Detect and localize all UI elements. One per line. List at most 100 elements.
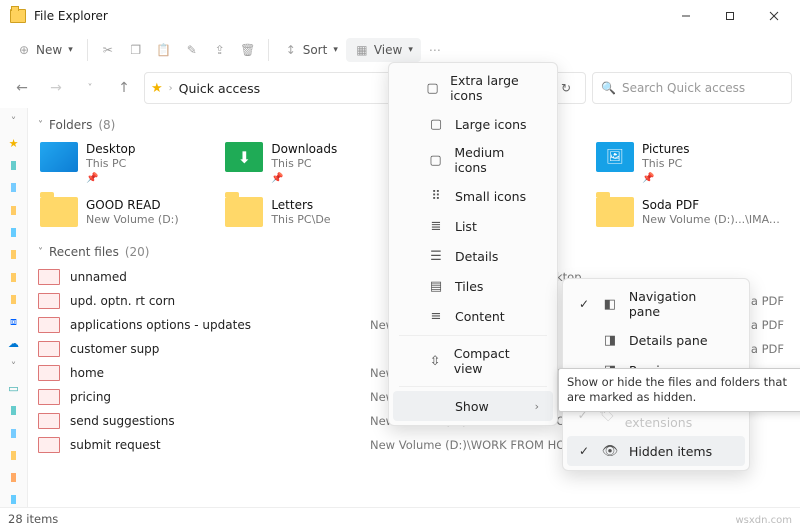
menu-item-tiles[interactable]: ▤Tiles <box>393 271 553 301</box>
image-thumbnail-icon <box>38 365 60 381</box>
back-button[interactable]: ← <box>8 74 36 102</box>
strip-item[interactable] <box>6 203 22 217</box>
menu-item-content[interactable]: ≡Content <box>393 301 553 331</box>
strip-item[interactable] <box>6 493 22 507</box>
menu-item-large-icons[interactable]: ▢Large icons <box>393 109 553 139</box>
sort-icon: ↕ <box>283 42 299 58</box>
new-button[interactable]: ⊕ New ▾ <box>8 38 81 62</box>
menu-item-medium-icons[interactable]: ▢Medium icons <box>393 139 553 181</box>
group-count: (20) <box>125 245 150 259</box>
compact-icon: ⇳ <box>426 352 443 370</box>
more-button[interactable]: ⋯ <box>421 38 449 62</box>
strip-item[interactable] <box>6 448 22 462</box>
close-button[interactable] <box>752 0 796 32</box>
paste-button[interactable]: 📋 <box>150 38 178 62</box>
search-box[interactable]: 🔍 Search Quick access <box>592 72 792 104</box>
folder-item-desktop[interactable]: Desktop This PC 📌 <box>36 138 211 189</box>
share-button[interactable]: ⇪ <box>206 38 234 62</box>
grid-icon: ▢ <box>427 115 445 133</box>
chevron-down-icon[interactable]: ˅ <box>6 359 22 373</box>
content-icon: ≡ <box>427 307 445 325</box>
chevron-down-icon: ˅ <box>38 120 43 131</box>
dropbox-icon[interactable]: ⧈ <box>6 315 22 329</box>
forward-button[interactable]: → <box>42 74 70 102</box>
nav-pane-icon: ◧ <box>601 295 619 313</box>
folder-item-soda-pdf[interactable]: Soda PDF New Volume (D:)...\IMAGES <box>592 193 786 231</box>
folder-name: Downloads <box>271 142 337 157</box>
delete-button[interactable]: 🗑 <box>234 38 262 62</box>
folder-item-letters[interactable]: Letters This PC\De <box>221 193 396 231</box>
menu-item-details[interactable]: ☰Details <box>393 241 553 271</box>
strip-item[interactable] <box>6 471 22 485</box>
new-label: New <box>36 43 62 57</box>
watermark: wsxdn.com <box>735 515 792 526</box>
chevron-right-icon: › <box>535 400 539 413</box>
strip-item[interactable] <box>6 181 22 195</box>
file-name: applications options - updates <box>70 318 360 332</box>
menu-item-show[interactable]: Show› <box>393 391 553 421</box>
menu-item-extra-large-icons[interactable]: ▢Extra large icons <box>393 67 553 109</box>
folder-item-good-read[interactable]: GOOD READ New Volume (D:) <box>36 193 211 231</box>
monitor-icon[interactable]: ▭ <box>6 381 22 395</box>
menu-item-navigation-pane[interactable]: ✓◧Navigation pane <box>567 283 745 325</box>
strip-item[interactable] <box>6 159 22 173</box>
folder-subtitle: New Volume (D:) <box>86 213 179 227</box>
pin-icon: 📌 <box>86 173 136 186</box>
menu-item-hidden-items[interactable]: ✓👁Hidden items <box>567 436 745 466</box>
strip-item[interactable] <box>6 292 22 306</box>
folder-item-downloads[interactable]: ⬇ Downloads This PC 📌 <box>221 138 396 189</box>
tooltip-hidden-items: Show or hide the files and folders that … <box>558 368 800 412</box>
strip-item[interactable] <box>6 225 22 239</box>
chevron-down-icon[interactable]: ˅ <box>76 74 104 102</box>
copy-icon: ❐ <box>128 42 144 58</box>
strip-item[interactable] <box>6 270 22 284</box>
scissors-icon: ✂ <box>100 42 116 58</box>
window-title: File Explorer <box>34 9 108 23</box>
star-icon: ★ <box>151 81 163 96</box>
star-icon[interactable]: ★ <box>6 136 22 150</box>
share-icon: ⇪ <box>212 42 228 58</box>
toolbar-divider <box>87 39 88 61</box>
folder-icon <box>225 197 263 227</box>
strip-item[interactable] <box>6 404 22 418</box>
pictures-icon: 🖼 <box>596 142 634 172</box>
maximize-button[interactable] <box>708 0 752 32</box>
chevron-down-icon: ▾ <box>408 45 413 55</box>
title-bar: File Explorer <box>0 0 800 32</box>
strip-item[interactable] <box>6 426 22 440</box>
breadcrumb-quick-access[interactable]: Quick access <box>179 81 260 96</box>
menu-item-compact-view[interactable]: ⇳Compact view <box>393 340 553 382</box>
rename-icon: ✎ <box>184 42 200 58</box>
folder-icon <box>40 197 78 227</box>
view-button[interactable]: ▦ View ▾ <box>346 38 421 62</box>
trash-icon: 🗑 <box>240 42 256 58</box>
folder-name: Soda PDF <box>642 198 782 213</box>
file-name: send suggestions <box>70 414 360 428</box>
strip-item[interactable] <box>6 248 22 262</box>
menu-item-small-icons[interactable]: ⠿Small icons <box>393 181 553 211</box>
rename-button[interactable]: ✎ <box>178 38 206 62</box>
up-button[interactable]: ↑ <box>110 74 138 102</box>
group-label: Folders <box>49 118 92 132</box>
image-thumbnail-icon <box>38 293 60 309</box>
list-icon: ≣ <box>427 217 445 235</box>
onedrive-icon[interactable]: ☁ <box>6 337 22 351</box>
tiles-icon: ▤ <box>427 277 445 295</box>
cut-button[interactable]: ✂ <box>94 38 122 62</box>
chevron-down-icon[interactable]: ˅ <box>6 114 22 128</box>
folder-item-pictures[interactable]: 🖼 Pictures This PC 📌 <box>592 138 786 189</box>
menu-separator <box>399 386 547 387</box>
ellipsis-icon: ⋯ <box>427 42 443 58</box>
sort-button[interactable]: ↕ Sort ▾ <box>275 38 346 62</box>
file-name: home <box>70 366 360 380</box>
downloads-icon: ⬇ <box>225 142 263 172</box>
pin-icon: 📌 <box>642 173 690 186</box>
minimize-button[interactable] <box>664 0 708 32</box>
file-name: pricing <box>70 390 360 404</box>
menu-item-details-pane[interactable]: ◨Details pane <box>567 325 745 355</box>
file-name: upd. optn. rt corn <box>70 294 360 308</box>
details-pane-icon: ◨ <box>601 331 619 349</box>
copy-button[interactable]: ❐ <box>122 38 150 62</box>
menu-item-list[interactable]: ≣List <box>393 211 553 241</box>
sort-label: Sort <box>303 43 328 57</box>
